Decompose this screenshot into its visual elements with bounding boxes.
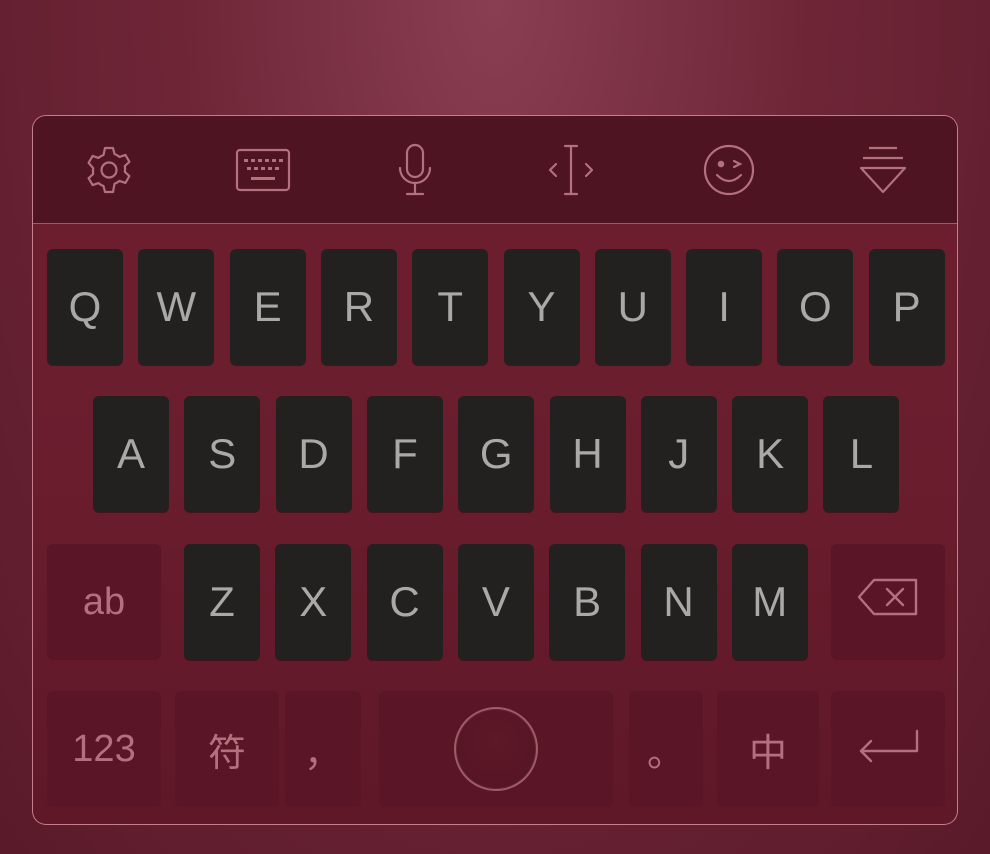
emoji-wink-icon[interactable] — [699, 140, 759, 200]
key-u[interactable]: U — [594, 249, 671, 365]
gear-icon[interactable] — [79, 140, 139, 200]
key-s[interactable]: S — [184, 396, 261, 512]
key-c[interactable]: C — [366, 544, 443, 660]
keyboard-toolbar — [33, 116, 957, 224]
symbols-key[interactable]: 符 — [175, 691, 279, 807]
key-e[interactable]: E — [229, 249, 306, 365]
keyboard-icon[interactable] — [233, 140, 293, 200]
key-o[interactable]: O — [777, 249, 854, 365]
return-arrow-icon — [855, 725, 921, 773]
shift-key[interactable]: ab — [47, 544, 161, 660]
key-z[interactable]: Z — [184, 544, 260, 660]
microphone-icon[interactable] — [385, 140, 445, 200]
period-key[interactable]: 。 — [629, 691, 703, 807]
key-g[interactable]: G — [458, 396, 535, 512]
key-f[interactable]: F — [366, 396, 443, 512]
key-b[interactable]: B — [549, 544, 626, 660]
key-l[interactable]: L — [823, 396, 900, 512]
numbers-key[interactable]: 123 — [47, 691, 161, 807]
cursor-move-icon[interactable] — [541, 140, 601, 200]
key-p[interactable]: P — [868, 249, 945, 365]
key-a[interactable]: A — [93, 396, 169, 512]
keyboard-panel: QWERTYUIOP ASDFGHJKL ZXCVBNM ab 123 符 ， … — [32, 115, 958, 825]
enter-key[interactable] — [831, 691, 945, 807]
comma-key[interactable]: ， — [285, 691, 361, 807]
language-switch-key[interactable]: 中 — [717, 691, 819, 807]
collapse-keyboard-icon[interactable] — [853, 140, 913, 200]
key-h[interactable]: H — [549, 396, 626, 512]
key-m[interactable]: M — [731, 544, 808, 660]
key-v[interactable]: V — [457, 544, 534, 660]
key-x[interactable]: X — [275, 544, 352, 660]
key-y[interactable]: Y — [503, 249, 580, 365]
key-r[interactable]: R — [320, 249, 397, 365]
home-button-icon — [454, 707, 538, 791]
key-i[interactable]: I — [686, 249, 763, 365]
key-k[interactable]: K — [732, 396, 809, 512]
backspace-key[interactable] — [831, 544, 945, 660]
key-j[interactable]: J — [640, 396, 717, 512]
key-d[interactable]: D — [275, 396, 352, 512]
key-t[interactable]: T — [412, 249, 489, 365]
key-w[interactable]: W — [138, 249, 215, 365]
space-key[interactable] — [379, 691, 613, 807]
backspace-icon — [856, 577, 920, 627]
key-n[interactable]: N — [640, 544, 717, 660]
key-q[interactable]: Q — [47, 249, 123, 365]
